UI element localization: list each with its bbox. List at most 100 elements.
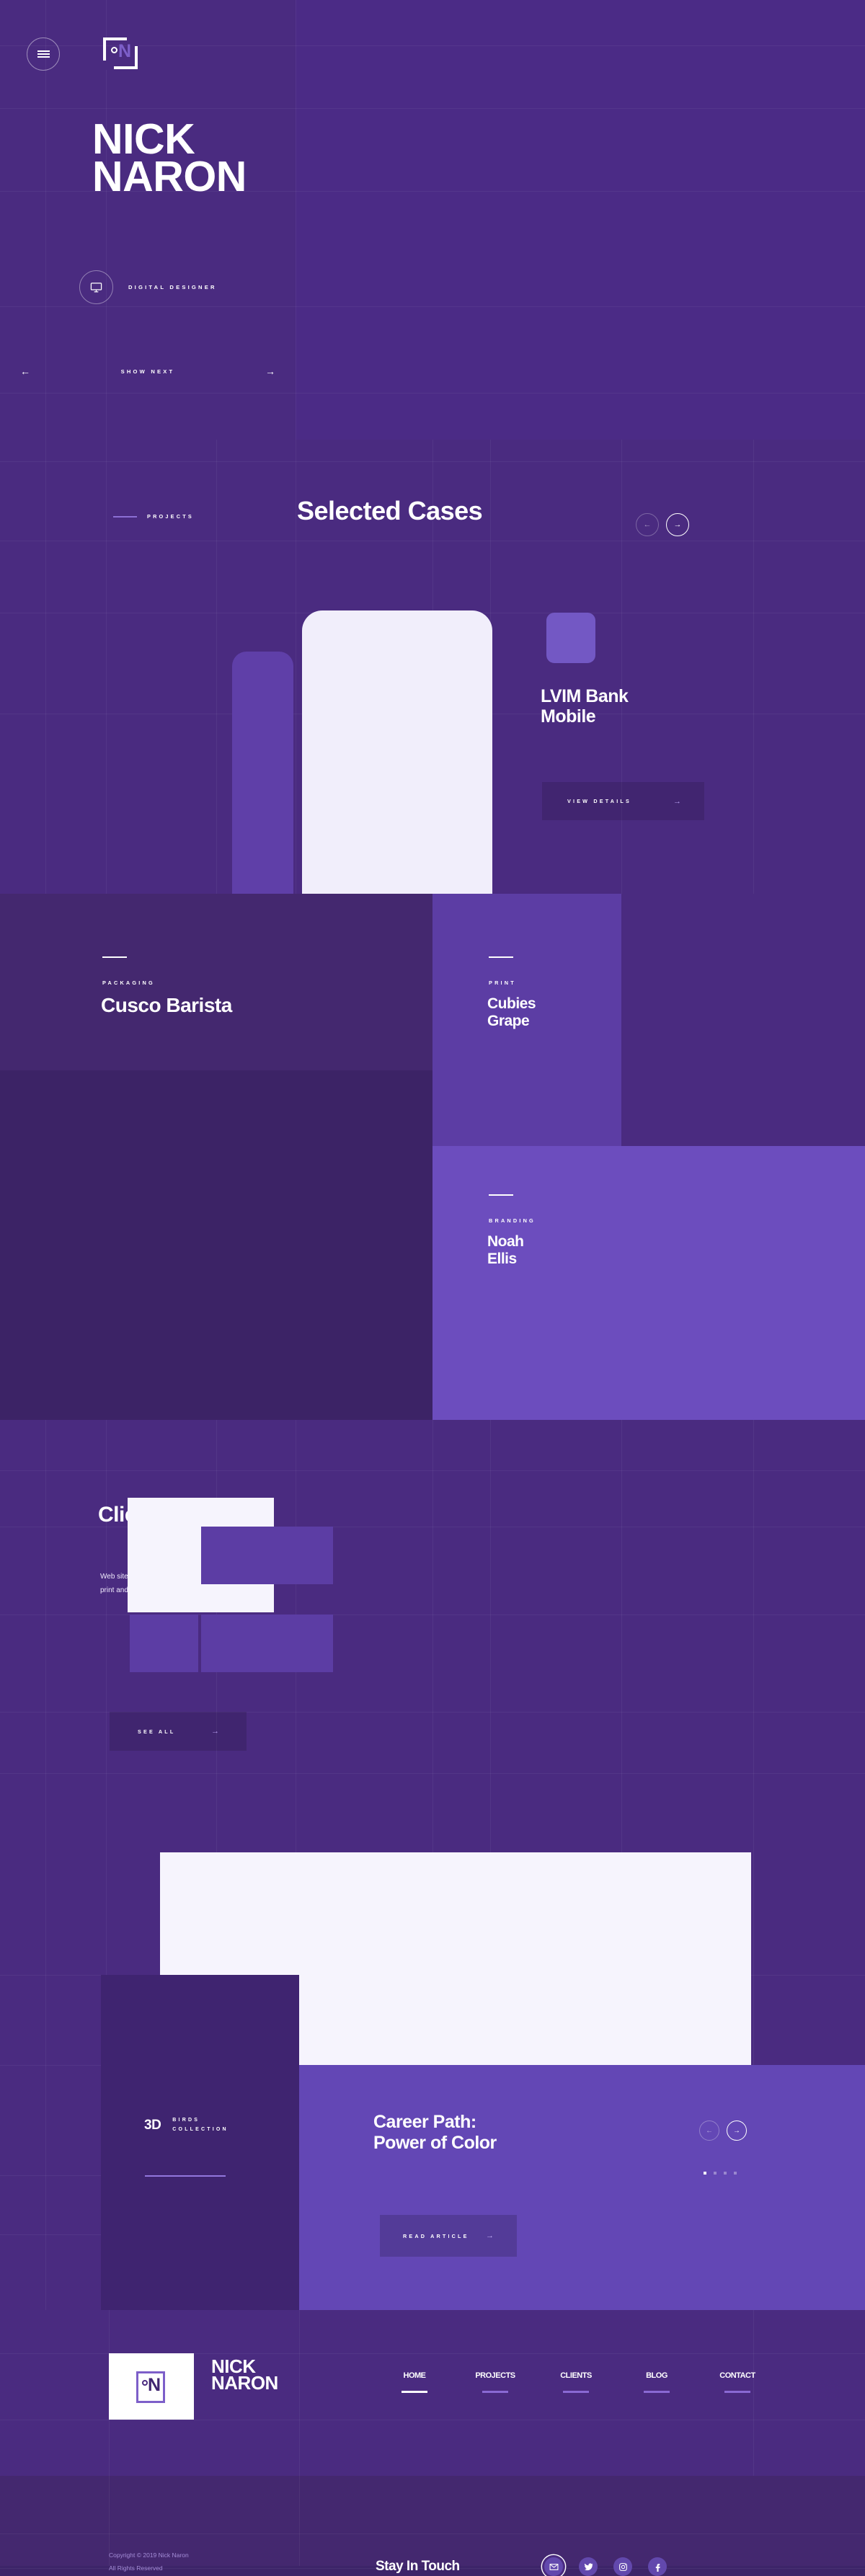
project-title-line1: Noah — [487, 1233, 524, 1250]
collection-rule — [145, 2175, 226, 2177]
article-title: Career Path: Power of Color — [373, 2112, 497, 2154]
footer-logo-icon[interactable]: N — [109, 2353, 194, 2420]
hero-role-label: DIGITAL DESIGNER — [128, 284, 217, 290]
project-category: PRINT — [489, 980, 516, 986]
project-title-line1: Cubies — [487, 995, 536, 1012]
phone-mockup-front[interactable] — [302, 610, 492, 899]
arrow-right-icon: → — [211, 1727, 219, 1736]
hero-slider-nav: ← SHOW NEXT → — [0, 346, 296, 396]
article-title-line1: Career Path: — [373, 2112, 476, 2132]
phone-mockup-back — [232, 652, 293, 897]
instagram-icon[interactable] — [613, 2557, 632, 2576]
mail-icon[interactable] — [544, 2557, 563, 2576]
cases-prev-button[interactable]: ← — [636, 513, 659, 536]
logo-letter: N — [148, 2375, 161, 2395]
article-title-line2: Power of Color — [373, 2133, 497, 2154]
footer-nav-home[interactable]: HOME — [374, 2371, 455, 2393]
show-next-button[interactable]: SHOW NEXT — [50, 368, 245, 375]
collection-name-line2: COLLECTION — [172, 2126, 229, 2132]
copyright-text: Copyright © 2019 Nick Naron All Rights R… — [109, 2549, 189, 2575]
project-image-branding[interactable] — [621, 1146, 865, 1420]
article-prev-button[interactable]: ← — [699, 2120, 719, 2141]
client-tile[interactable] — [201, 1527, 265, 1584]
arrow-right-icon: → — [673, 520, 682, 529]
stay-in-touch-label: Stay In Touch — [376, 2559, 460, 2574]
arrow-right-icon: → — [486, 2231, 494, 2240]
cases-eyebrow: PROJECTS — [113, 513, 194, 520]
pagination-dot[interactable] — [714, 2172, 717, 2175]
footer-brand-name: NICK NARON — [211, 2357, 278, 2394]
client-tile[interactable] — [265, 1615, 333, 1672]
collection-number: 3D — [144, 2117, 161, 2133]
arrow-right-icon: → — [733, 2126, 740, 2135]
footer-nav-label: CLIENTS — [560, 2371, 592, 2380]
see-all-label: SEE ALL — [138, 1728, 176, 1735]
footer-brand-line2: NARON — [211, 2372, 278, 2394]
project-image-print[interactable] — [621, 894, 865, 1146]
read-article-button[interactable]: READ ARTICLE → — [380, 2215, 517, 2257]
footer-nav-label: HOME — [403, 2371, 427, 2380]
client-tile[interactable] — [130, 1615, 198, 1672]
project-image-packaging[interactable] — [0, 1070, 432, 1420]
card-dash — [489, 956, 513, 958]
footer-nav-label: CONTACT — [719, 2371, 755, 2380]
project-category: PACKAGING — [102, 980, 155, 986]
article-slider-nav: ← → — [699, 2120, 747, 2141]
facebook-icon[interactable] — [648, 2557, 667, 2576]
client-tile[interactable] — [265, 1527, 333, 1584]
see-all-button[interactable]: SEE ALL → — [110, 1712, 247, 1751]
footer-nav-clients[interactable]: CLIENTS — [536, 2371, 616, 2393]
hero-role-row: DIGITAL DESIGNER — [79, 270, 217, 304]
read-article-label: READ ARTICLE — [403, 2232, 469, 2239]
pagination-dot[interactable] — [704, 2172, 706, 2175]
project-card-packaging[interactable] — [0, 894, 432, 1070]
featured-case-title-line2: Mobile — [541, 706, 596, 727]
logo-ring-icon — [111, 47, 117, 53]
hero-name-line2: NARON — [92, 152, 247, 200]
card-dash — [489, 1194, 513, 1196]
footer-nav: HOME PROJECTS CLIENTS BLOG CONTACT — [374, 2371, 778, 2393]
logo-icon[interactable]: N — [102, 37, 138, 70]
article-pagination-dots[interactable] — [704, 2172, 737, 2175]
view-details-button[interactable]: VIEW DETAILS → — [542, 782, 704, 820]
project-title-line2: Ellis — [487, 1250, 517, 1267]
featured-case-title: LVIM Bank Mobile — [541, 686, 629, 727]
copyright-line1: Copyright © 2019 Nick Naron — [109, 2551, 189, 2559]
collection-name: BIRDS COLLECTION — [172, 2116, 229, 2135]
client-tile[interactable] — [201, 1615, 265, 1672]
footer-nav-contact[interactable]: CONTACT — [697, 2371, 778, 2393]
collection-name-line1: BIRDS — [172, 2118, 200, 2123]
case-accent-chip — [546, 613, 595, 663]
pagination-dot[interactable] — [734, 2172, 737, 2175]
hero-prev-arrow-icon[interactable]: ← — [0, 365, 50, 377]
project-title: Cubies Grape — [487, 995, 536, 1029]
collection-block[interactable] — [101, 1975, 299, 2310]
social-links — [544, 2557, 667, 2576]
featured-case-title-line1: LVIM Bank — [541, 686, 629, 706]
project-card-branding[interactable] — [432, 1146, 621, 1420]
twitter-icon[interactable] — [579, 2557, 598, 2576]
cases-next-button[interactable]: → — [666, 513, 689, 536]
hero-stripe-panel — [296, 0, 865, 440]
logo-letter: N — [118, 41, 132, 61]
eyebrow-dash — [113, 515, 137, 518]
logo-ring-icon — [142, 2380, 148, 2386]
pagination-dot[interactable] — [724, 2172, 727, 2175]
project-title-line2: Grape — [487, 1012, 530, 1029]
view-details-label: VIEW DETAILS — [567, 798, 631, 804]
page-title: NICK NARON — [92, 118, 247, 200]
menu-button[interactable] — [27, 37, 60, 71]
cases-slider-nav: ← → — [636, 513, 689, 536]
article-next-button[interactable]: → — [727, 2120, 747, 2141]
card-dash — [102, 956, 127, 958]
cases-title: Selected Cases — [297, 496, 483, 525]
project-category: BRANDING — [489, 1217, 536, 1224]
footer-nav-projects[interactable]: PROJECTS — [455, 2371, 536, 2393]
arrow-right-icon: → — [673, 796, 681, 806]
project-title: Cusco Barista — [101, 994, 232, 1016]
footer-nav-blog[interactable]: BLOG — [616, 2371, 697, 2393]
hero-next-arrow-icon[interactable]: → — [245, 365, 296, 377]
arrow-left-icon: ← — [706, 2126, 713, 2135]
hero-section: N NICK NARON DIGITAL DESIGNER ← SHOW NEX… — [0, 0, 865, 440]
project-title: Noah Ellis — [487, 1233, 524, 1267]
